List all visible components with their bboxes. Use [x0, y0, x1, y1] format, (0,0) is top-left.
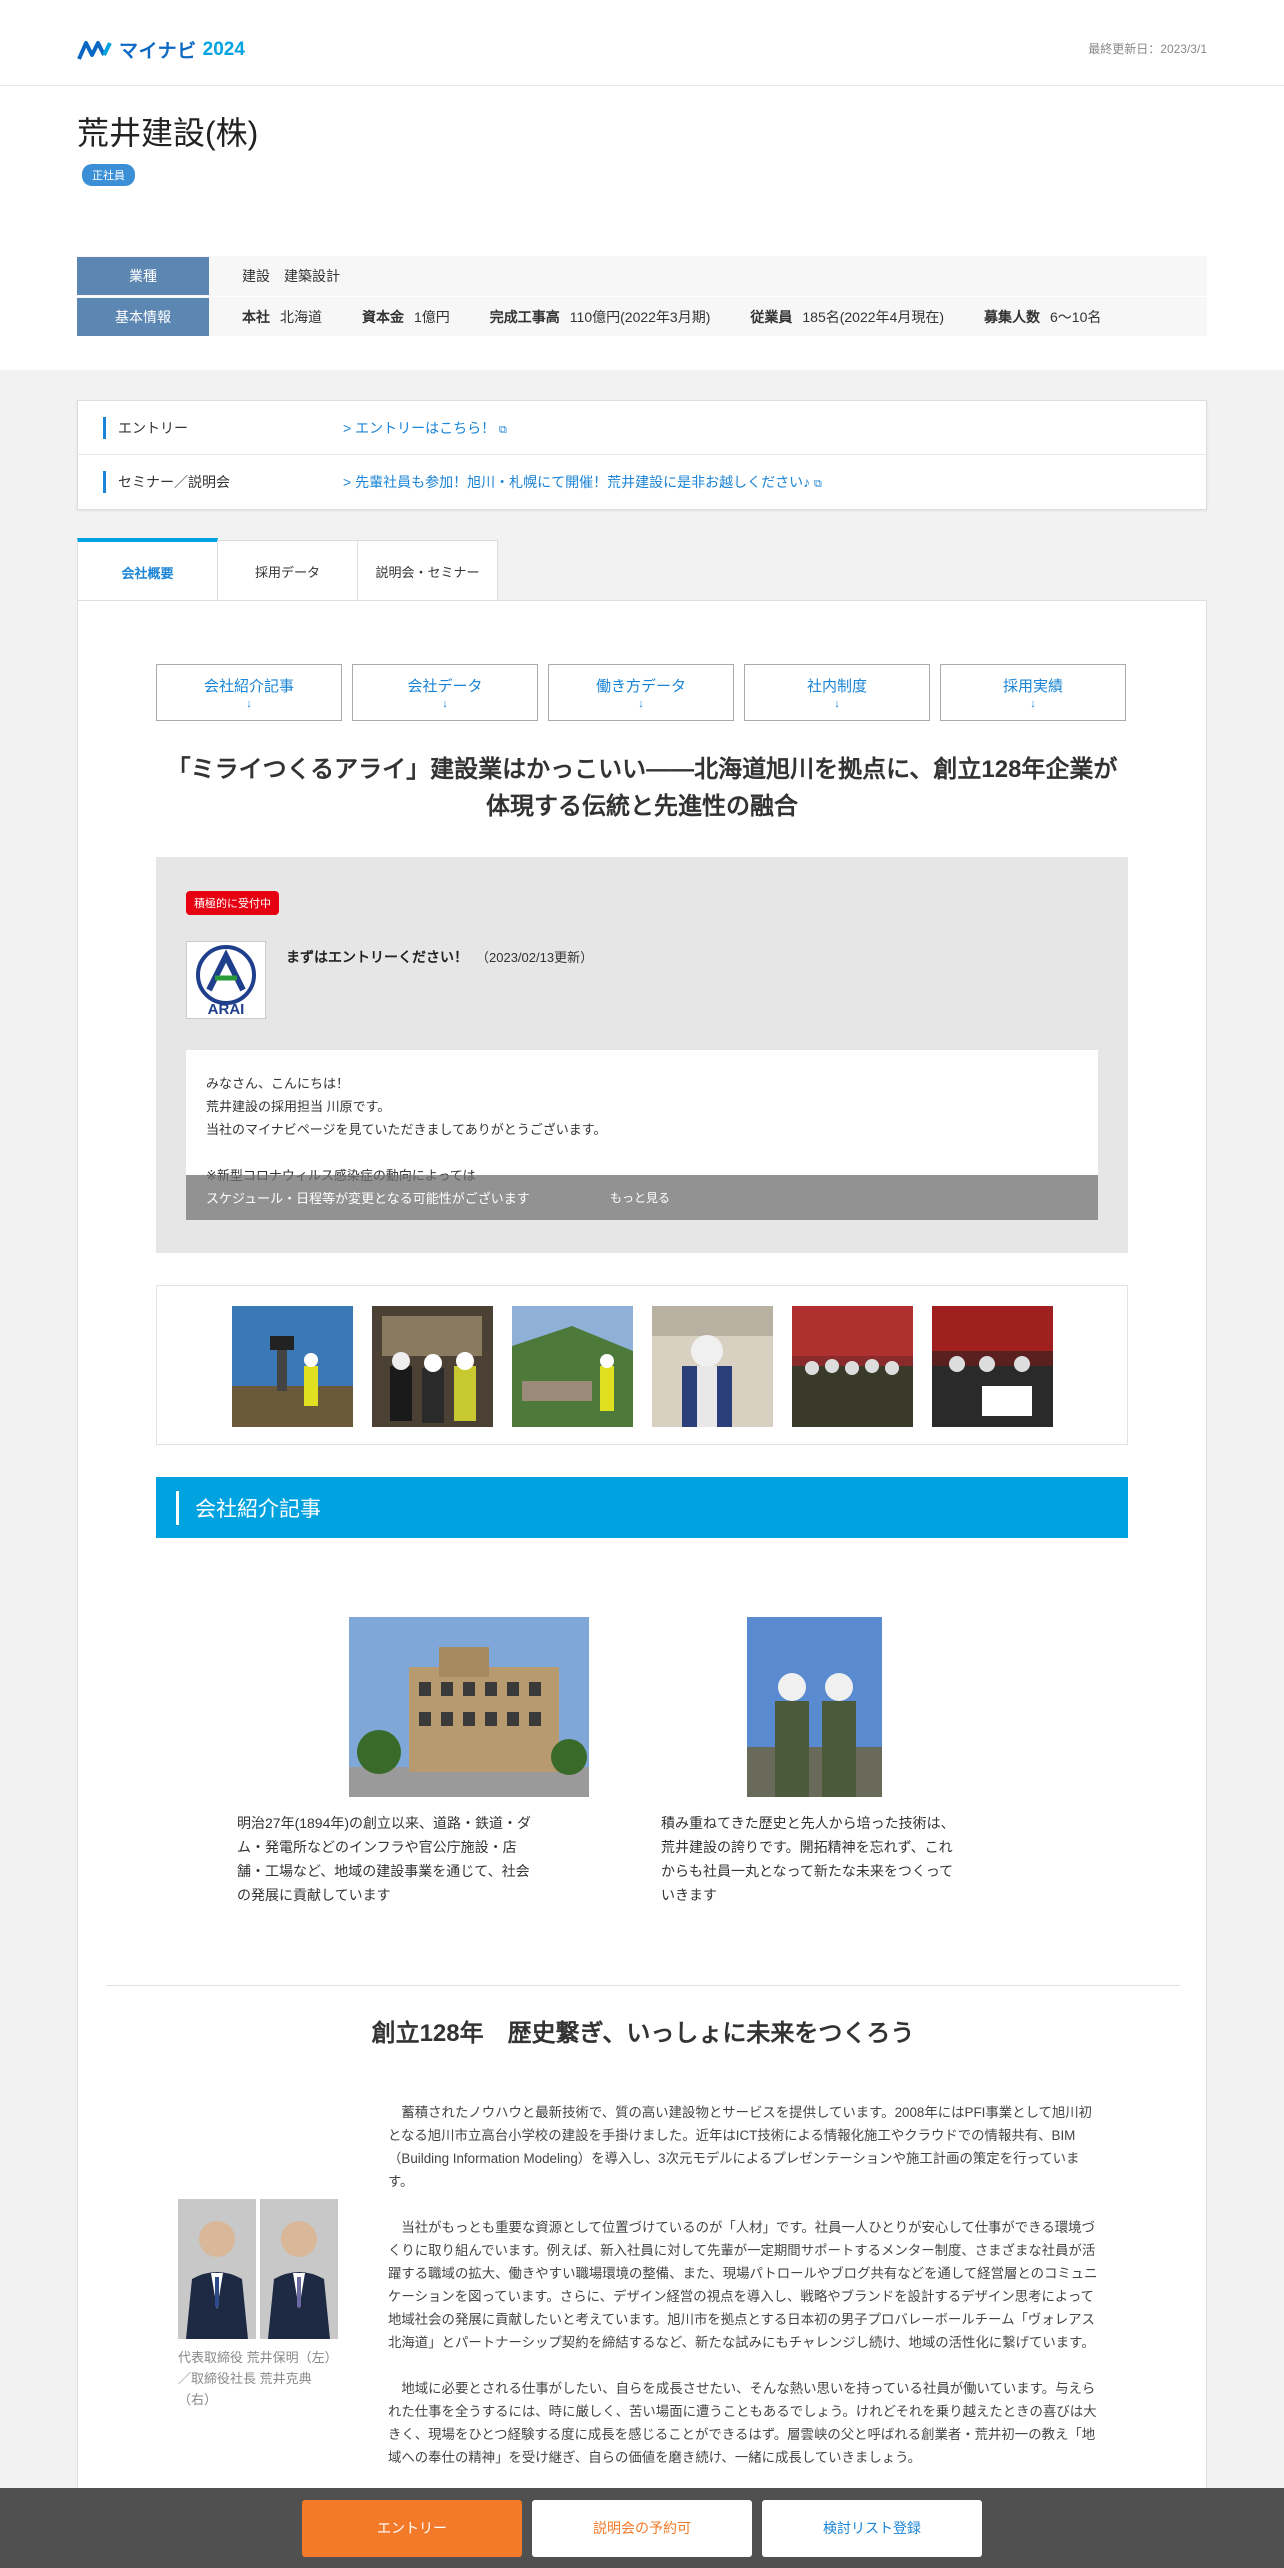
nav-hiring-record[interactable]: 採用実績 ↓: [940, 664, 1126, 721]
info-employees: 従業員 185名(2022年4月現在): [750, 308, 944, 325]
article-subheading: 創立128年 歴史繋ぎ、いっしょに未来をつくろう: [371, 2020, 915, 2047]
external-window-icon: ⧉: [813, 478, 822, 490]
entry-box: エントリー エントリーはこちら！ ⧉ セミナー／説明会 先輩社員も参加！旭川・札…: [77, 400, 1207, 510]
company-info-table: 業種 建設 建築設計 基本情報 本社 北海道 資本金 1億円 完成工事高 110億円(…: [77, 256, 1207, 336]
body-paragraph: 蓄積されたノウハウと最新技術で、質の高い建設物とサービスを提供しています。200…: [388, 2105, 1093, 2189]
company-header: 荒井建設(株) 正社員 業種 建設 建築設計 基本情報 本社 北海道 資本金 1億円…: [0, 86, 1284, 370]
status-badge: 積極的に受付中: [186, 891, 279, 915]
arai-logo-icon: ARAI: [196, 945, 256, 1018]
company-name: 荒井建設(株): [77, 115, 259, 151]
seminar-row: セミナー／説明会 先輩社員も参加！旭川・札幌にて開催！荒井建設に是非お越しくださ…: [78, 455, 1206, 509]
section-divider: [106, 1985, 1180, 1986]
intro-caption-right: 積み重ねてきた歴史と先人から培った技術は、荒井建設の誇りです。開拓精神を忘れず、…: [661, 1815, 955, 1903]
basic-info-row: 基本情報 本社 北海道 資本金 1億円 完成工事高 110億円(2022年3月期) 従…: [77, 296, 1207, 336]
tab-seminars[interactable]: 説明会・セミナー: [357, 540, 498, 602]
section-title-bar: 会社紹介記事: [156, 1477, 1128, 1538]
company-logo: ARAI: [186, 941, 266, 1019]
read-more-button[interactable]: もっと見る: [610, 1189, 670, 1206]
gallery-photo[interactable]: [232, 1306, 353, 1427]
article-body: 蓄積されたノウハウと最新技術で、質の高い建設物とサービスを提供しています。200…: [388, 2101, 1104, 2492]
entry-row: エントリー エントリーはこちら！ ⧉: [78, 401, 1206, 455]
message-box: 積極的に受付中 ARAI まずはエントリーください！ （2023/02/13更新）…: [156, 857, 1128, 1253]
nav-systems[interactable]: 社内制度 ↓: [744, 664, 930, 721]
entry-label: エントリー: [103, 416, 323, 439]
workers-photo: [747, 1617, 882, 1797]
tab-bar: 会社概要 採用データ 説明会・セミナー: [77, 538, 498, 602]
industry-label: 業種: [77, 257, 209, 295]
company-building-photo: [349, 1617, 589, 1797]
logo-year: 2024: [202, 38, 245, 60]
basic-info-label: 基本情報: [77, 297, 209, 336]
mynavi-logo[interactable]: マイナビ 2024: [77, 36, 245, 63]
entry-button[interactable]: エントリー: [302, 2499, 522, 2557]
arrow-down-icon: ↓: [1030, 698, 1036, 710]
add-to-list-button[interactable]: 検討リスト登録: [762, 2499, 982, 2557]
mynavi-logo-icon: [77, 40, 112, 60]
gallery-photo[interactable]: [652, 1306, 773, 1427]
external-window-icon: ⧉: [498, 423, 507, 436]
body-paragraph: 当社がもっとも重要な資源として位置づけているのが「人材」です。社員一人ひとりが安…: [388, 2220, 1098, 2350]
arrow-down-icon: ↓: [246, 698, 252, 710]
info-capital: 資本金 1億円: [362, 308, 450, 325]
nav-company-data[interactable]: 会社データ ↓: [352, 664, 538, 721]
industry-row: 業種 建設 建築設計: [77, 256, 1207, 296]
tab-recruit-data[interactable]: 採用データ: [217, 540, 358, 602]
executives-caption: 代表取締役 荒井保明（左）／取締役社長 荒井克典（右）: [178, 2350, 338, 2407]
gallery-photo[interactable]: [932, 1306, 1053, 1427]
section-nav: 会社紹介記事 ↓ 会社データ ↓ 働き方データ ↓ 社内制度 ↓ 採用実績 ↓: [156, 664, 1126, 721]
logo-text: マイナビ: [119, 41, 197, 62]
industry-value: 建設 建築設計: [242, 268, 340, 284]
info-hiring: 募集人数 6～10名: [984, 308, 1102, 325]
bottom-action-bar: エントリー 説明会の予約可 検討リスト登録: [0, 2488, 1284, 2568]
gallery-photo[interactable]: [372, 1306, 493, 1427]
info-hq: 本社 北海道: [242, 308, 322, 325]
last-updated: 最終更新日：2023/3/1: [1088, 42, 1207, 56]
arrow-down-icon: ↓: [638, 698, 644, 710]
arrow-down-icon: ↓: [834, 698, 840, 710]
nav-company-article[interactable]: 会社紹介記事 ↓: [156, 664, 342, 721]
seminar-reserve-button[interactable]: 説明会の予約可: [532, 2499, 752, 2557]
intro-caption-left: 明治27年(1894年)の創立以来、道路・鉄道・ダム・発電所などのインフラや官公…: [237, 1815, 532, 1903]
svg-text:ARAI: ARAI: [208, 1001, 245, 1018]
site-header: マイナビ 2024 最終更新日：2023/3/1: [0, 0, 1284, 86]
entry-link[interactable]: エントリーはこちら！ ⧉: [343, 418, 507, 438]
arrow-down-icon: ↓: [442, 698, 448, 710]
body-paragraph: 地域に必要とされる仕事がしたい、自らを成長させたい、そんな熱い思いを持っている社…: [388, 2381, 1097, 2465]
seminar-label: セミナー／説明会: [103, 471, 323, 493]
photo-gallery: [156, 1285, 1128, 1445]
info-sales: 完成工事高 110億円(2022年3月期): [489, 308, 711, 325]
message-title: まずはエントリーください！ （2023/02/13更新）: [286, 949, 594, 965]
executives-photo: [178, 2199, 338, 2339]
nav-work-data[interactable]: 働き方データ ↓: [548, 664, 734, 721]
basic-info-values: 本社 北海道 資本金 1億円 完成工事高 110億円(2022年3月期) 従業員 185…: [209, 307, 1101, 327]
main-panel: 会社紹介記事 ↓ 会社データ ↓ 働き方データ ↓ 社内制度 ↓ 採用実績 ↓ 「ミライつ…: [77, 600, 1207, 2568]
employment-type-badge: 正社員: [82, 164, 135, 186]
gallery-photo[interactable]: [792, 1306, 913, 1427]
gallery-photo[interactable]: [512, 1306, 633, 1427]
seminar-link[interactable]: 先輩社員も参加！旭川・札幌にて開催！荒井建設に是非お越しください♪ ⧉: [343, 472, 822, 492]
tab-company-overview[interactable]: 会社概要: [77, 538, 218, 602]
read-more-overlay[interactable]: スケジュール・日程等が変更となる可能性がございます もっと見る: [186, 1175, 1098, 1220]
page-headline: 「ミライつくるアライ」建設業はかっこいい――北海道旭川を拠点に、創立128年企業…: [166, 756, 1118, 820]
